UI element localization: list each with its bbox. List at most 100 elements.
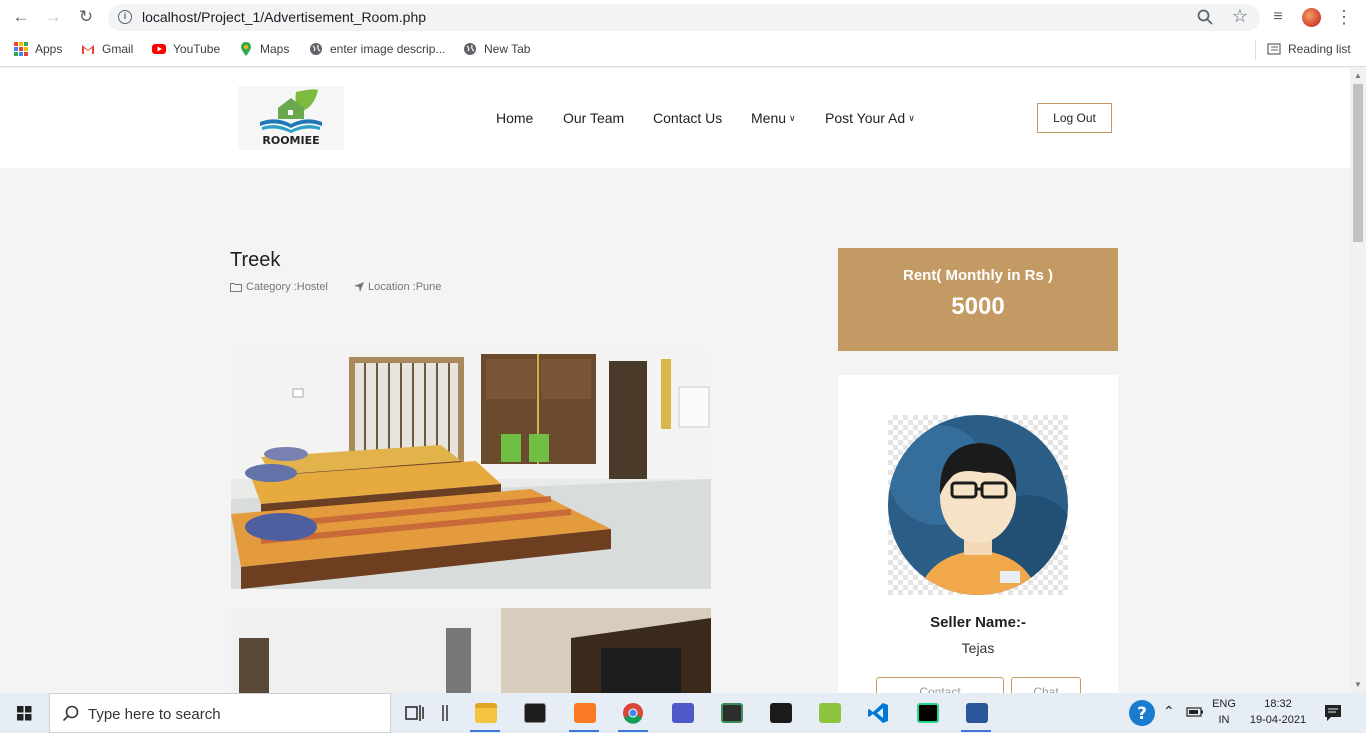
ad-category: Category :Hostel bbox=[230, 281, 328, 293]
terminal-app[interactable] bbox=[511, 693, 557, 733]
active-indicator bbox=[470, 730, 500, 732]
ad-location: Location :Pune bbox=[354, 281, 441, 293]
bookmark-star-icon[interactable]: ☆ bbox=[1232, 6, 1248, 27]
ad-title: Treek bbox=[230, 249, 281, 271]
rent-panel: Rent( Monthly in Rs ) 5000 bbox=[838, 248, 1118, 351]
widgets-icon bbox=[442, 705, 448, 721]
pycharm-icon bbox=[917, 703, 939, 723]
nav-contact-us[interactable]: Contact Us bbox=[653, 110, 722, 126]
svg-text:?: ? bbox=[1137, 704, 1147, 724]
scroll-down-icon[interactable]: ▼ bbox=[1354, 680, 1362, 689]
bookmark-maps[interactable]: Maps bbox=[239, 42, 289, 56]
globe-icon bbox=[310, 43, 322, 55]
chrome-icon bbox=[623, 703, 643, 724]
show-hidden-icons-icon[interactable]: ⌃ bbox=[1163, 703, 1175, 733]
windows-start-icon[interactable] bbox=[0, 693, 48, 733]
room-photo-1[interactable] bbox=[231, 349, 711, 589]
editor-app[interactable] bbox=[708, 693, 754, 733]
globe-icon bbox=[464, 43, 476, 55]
file-explorer-app[interactable] bbox=[462, 693, 508, 733]
windows-taskbar: Type here to search ? ⌃ ENG IN 18:32 19-… bbox=[0, 693, 1366, 733]
browser-toolbar: ← → ↻ i localhost/Project_1/Advertisemen… bbox=[0, 0, 1366, 34]
zoom-icon[interactable] bbox=[1196, 8, 1214, 26]
logout-button[interactable]: Log Out bbox=[1037, 103, 1112, 133]
word-app[interactable] bbox=[953, 693, 999, 733]
battery-icon[interactable] bbox=[1186, 705, 1204, 733]
bookmark-new-tab[interactable]: New Tab bbox=[463, 42, 530, 56]
room-photo-2[interactable] bbox=[231, 608, 711, 693]
xampp-icon bbox=[574, 703, 596, 723]
notepad-icon bbox=[819, 703, 841, 723]
nav-menu-label: Menu bbox=[751, 110, 787, 126]
reading-list[interactable]: Reading list bbox=[1267, 42, 1351, 56]
site-info-icon[interactable]: i bbox=[118, 10, 132, 24]
nav-our-team[interactable]: Our Team bbox=[563, 110, 624, 126]
bookmarks-divider bbox=[1255, 40, 1256, 60]
chevron-down-icon: ∨ bbox=[789, 113, 796, 123]
active-indicator bbox=[618, 730, 648, 732]
mysql-icon bbox=[770, 703, 792, 723]
location-arrow-icon bbox=[354, 282, 364, 292]
gmail-icon bbox=[82, 45, 94, 54]
bookmark-image-description[interactable]: enter image descrip... bbox=[309, 42, 445, 56]
reading-list-icon bbox=[1267, 43, 1281, 55]
chat-seller-button[interactable]: Chat bbox=[1011, 677, 1081, 693]
folder-icon bbox=[230, 283, 242, 292]
user-avatar-icon bbox=[888, 415, 1068, 595]
bookmark-youtube[interactable]: YouTube bbox=[152, 42, 220, 56]
folder-icon bbox=[475, 703, 497, 723]
page-scrollbar[interactable]: ▲ ▼ bbox=[1350, 68, 1366, 693]
active-indicator bbox=[569, 730, 599, 732]
terminal-icon bbox=[524, 703, 546, 723]
mysql-app[interactable] bbox=[757, 693, 803, 733]
forward-arrow-icon[interactable]: → bbox=[42, 6, 64, 28]
media-queue-icon[interactable]: ≡ bbox=[1268, 7, 1288, 27]
contact-seller-button[interactable]: Contact bbox=[876, 677, 1004, 693]
search-icon bbox=[62, 705, 79, 722]
scroll-up-icon[interactable]: ▲ bbox=[1354, 71, 1362, 80]
seller-name-label: Seller Name:- bbox=[930, 614, 1026, 631]
web-page: ROOMIEE Home Our Team Contact Us Menu ∨ P… bbox=[0, 68, 1350, 693]
nav-post-ad-dropdown[interactable]: Post Your Ad ∨ bbox=[825, 110, 915, 126]
clock[interactable]: 18:32 19-04-2021 bbox=[1247, 698, 1309, 733]
youtube-icon bbox=[152, 44, 166, 54]
bookmark-gmail[interactable]: Gmail bbox=[81, 42, 133, 56]
roomiee-logo[interactable]: ROOMIEE bbox=[238, 86, 344, 150]
chrome-app[interactable] bbox=[610, 693, 656, 733]
nav-menu-dropdown[interactable]: Menu ∨ bbox=[751, 110, 796, 126]
address-bar[interactable]: i localhost/Project_1/Advertisement_Room… bbox=[108, 4, 1260, 31]
search-placeholder: Type here to search bbox=[88, 706, 221, 723]
profile-avatar[interactable] bbox=[1302, 8, 1321, 27]
bookmarks-bar: Apps Gmail YouTube Maps enter image desc… bbox=[0, 34, 1366, 67]
nav-post-ad-label: Post Your Ad bbox=[825, 110, 906, 126]
task-view-icon bbox=[405, 705, 424, 721]
seller-card: Seller Name:- Tejas Contact Chat bbox=[838, 375, 1118, 693]
nav-home[interactable]: Home bbox=[496, 110, 533, 126]
seller-name: Tejas bbox=[961, 640, 995, 656]
taskbar-search-box[interactable]: Type here to search bbox=[49, 693, 391, 733]
logo-wordmark: ROOMIEE bbox=[262, 134, 319, 147]
pycharm-app[interactable] bbox=[904, 693, 950, 733]
rent-label: Rent( Monthly in Rs ) bbox=[903, 267, 1053, 284]
active-indicator bbox=[961, 730, 991, 732]
chevron-down-icon: ∨ bbox=[908, 113, 915, 123]
teams-icon bbox=[672, 703, 694, 723]
notifications-icon[interactable] bbox=[1324, 704, 1342, 733]
help-icon[interactable]: ? bbox=[1128, 699, 1156, 733]
rent-value: 5000 bbox=[951, 293, 1005, 320]
scroll-thumb[interactable] bbox=[1353, 84, 1363, 242]
xampp-app[interactable] bbox=[561, 693, 607, 733]
kebab-menu-icon[interactable]: ⋮ bbox=[1334, 7, 1354, 27]
url-text[interactable]: localhost/Project_1/Advertisement_Room.p… bbox=[142, 9, 426, 25]
maps-icon bbox=[241, 42, 251, 56]
notepad-app[interactable] bbox=[806, 693, 852, 733]
teams-app[interactable] bbox=[659, 693, 705, 733]
vscode-app[interactable] bbox=[855, 693, 901, 733]
bookmark-apps[interactable]: Apps bbox=[14, 42, 62, 56]
back-arrow-icon[interactable]: ← bbox=[10, 6, 32, 28]
editor-icon bbox=[721, 703, 743, 723]
language-indicator[interactable]: ENG IN bbox=[1212, 698, 1236, 733]
site-header: ROOMIEE Home Our Team Contact Us Menu ∨ P… bbox=[0, 68, 1350, 168]
reload-icon[interactable]: ↻ bbox=[75, 6, 97, 28]
widgets-button[interactable] bbox=[430, 693, 460, 733]
